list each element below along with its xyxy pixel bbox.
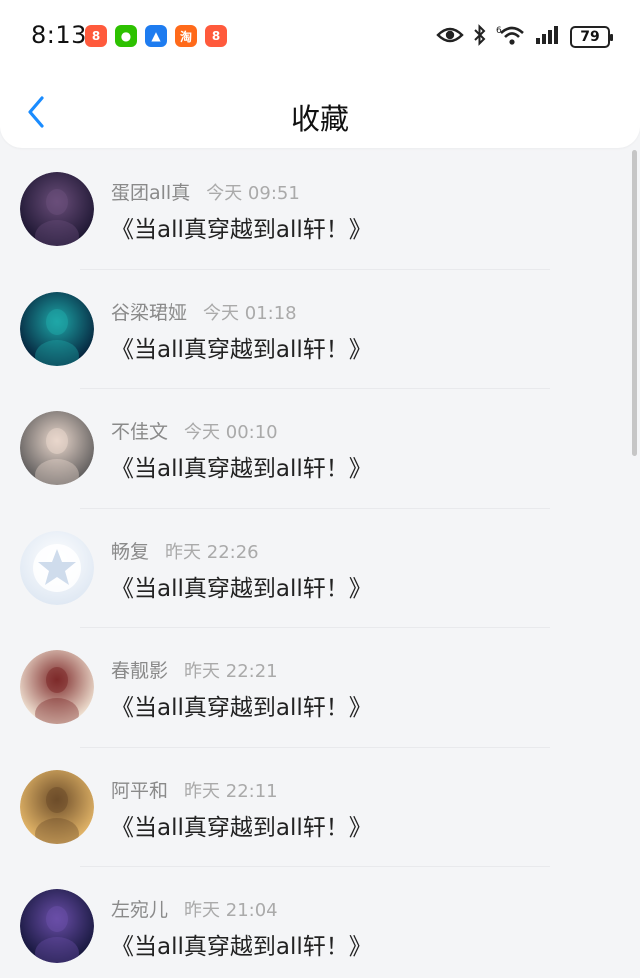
user-name[interactable]: 谷梁珺娅 — [111, 302, 187, 324]
timestamp: 今天 00:10 — [184, 422, 278, 443]
item-meta: 谷梁珺娅 今天 01:18 — [111, 298, 297, 325]
taobao-icon: 淘 — [175, 25, 197, 47]
avatar[interactable] — [20, 411, 94, 485]
signal-icon — [535, 25, 561, 49]
avatar[interactable] — [20, 769, 94, 844]
scrollbar[interactable] — [632, 150, 637, 456]
timestamp: 昨天 22:11 — [184, 780, 278, 802]
user-name[interactable]: 蛋团all真 — [111, 182, 190, 204]
avatar[interactable] — [20, 650, 94, 724]
message-text: 《当all真穿越到all轩！》 — [111, 934, 372, 960]
list-item[interactable]: 左宛儿 昨天 21:04 《当all真穿越到all轩！》 — [0, 867, 640, 978]
user-name[interactable]: 左宛儿 — [111, 899, 168, 921]
wechat-icon: ● — [115, 25, 137, 47]
item-meta: 春靓影 昨天 22:21 — [111, 656, 278, 683]
timestamp: 今天 01:18 — [203, 302, 297, 324]
status-time: 8:13 — [31, 21, 87, 49]
message-text: 《当all真穿越到all轩！》 — [111, 575, 372, 602]
user-name[interactable]: 畅复 — [111, 541, 149, 563]
user-name[interactable]: 春靓影 — [111, 660, 168, 682]
notification-icons: 8 ● ▲ 淘 8 — [85, 25, 227, 47]
eye-icon — [436, 25, 464, 49]
message-text: 《当all真穿越到all轩！》 — [111, 217, 372, 243]
timestamp: 昨天 22:21 — [184, 661, 278, 682]
favorites-list: 蛋团all真 今天 09:51 《当all真穿越到all轩！》 谷梁珺娅 今天 01:1… — [0, 150, 640, 978]
status-indicators: 6 79 — [436, 24, 613, 50]
item-meta: 畅复 昨天 22:26 — [111, 537, 259, 564]
timestamp: 昨天 21:04 — [184, 900, 278, 921]
wifi-icon: 6 — [496, 24, 526, 50]
page-title: 收藏 — [290, 102, 349, 136]
xiaohongshu-icon: 8 — [85, 25, 107, 47]
user-name[interactable]: 不佳文 — [111, 421, 168, 443]
battery-icon: 79 — [570, 26, 613, 48]
message-text: 《当all真穿越到all轩！》 — [111, 456, 372, 482]
list-item[interactable]: 蛋团all真 今天 09:51 《当all真穿越到all轩！》 — [0, 150, 640, 270]
timestamp: 昨天 22:26 — [165, 541, 259, 563]
list-item[interactable]: 谷梁珺娅 今天 01:18 《当all真穿越到all轩！》 — [0, 270, 640, 389]
item-meta: 蛋团all真 今天 09:51 — [111, 178, 300, 205]
avatar[interactable] — [20, 291, 94, 366]
timestamp: 今天 09:51 — [206, 183, 300, 204]
battery-level: 79 — [580, 29, 600, 45]
avatar[interactable] — [20, 172, 94, 246]
avatar[interactable] — [20, 889, 94, 963]
svg-text:6: 6 — [496, 26, 502, 36]
feishu-icon: ▲ — [145, 25, 167, 47]
item-meta: 阿平和 昨天 22:11 — [111, 776, 278, 803]
message-text: 《当all真穿越到all轩！》 — [111, 814, 372, 841]
status-bar: 8:13 8 ● ▲ 淘 8 6 79 — [0, 0, 640, 74]
top-container: 8:13 8 ● ▲ 淘 8 6 79 收藏 — [0, 0, 640, 148]
message-text: 《当all真穿越到all轩！》 — [111, 695, 372, 721]
list-item[interactable]: 春靓影 昨天 22:21 《当all真穿越到all轩！》 — [0, 628, 640, 748]
avatar[interactable] — [20, 530, 94, 605]
list-item[interactable]: 不佳文 今天 00:10 《当all真穿越到all轩！》 — [0, 389, 640, 509]
list-item[interactable]: 畅复 昨天 22:26 《当all真穿越到all轩！》 — [0, 509, 640, 628]
item-meta: 不佳文 今天 00:10 — [111, 417, 278, 444]
user-name[interactable]: 阿平和 — [111, 780, 168, 802]
list-item[interactable]: 阿平和 昨天 22:11 《当all真穿越到all轩！》 — [0, 748, 640, 867]
bluetooth-icon — [473, 24, 487, 50]
message-text: 《当all真穿越到all轩！》 — [111, 336, 372, 363]
item-meta: 左宛儿 昨天 21:04 — [111, 895, 278, 922]
xiaohongshu-icon-2: 8 — [205, 25, 227, 47]
